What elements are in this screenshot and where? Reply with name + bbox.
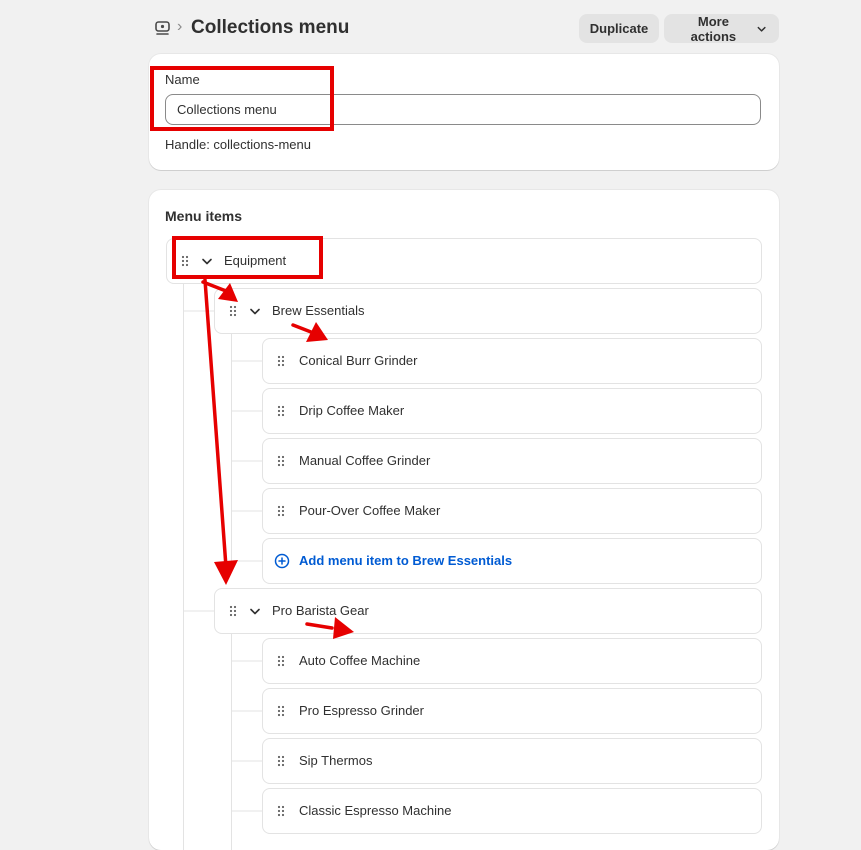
navigation-menu-icon[interactable] xyxy=(154,19,172,37)
menu-item-classic-espresso-machine[interactable]: Classic Espresso Machine xyxy=(262,788,762,834)
menu-item-equipment[interactable]: Equipment xyxy=(166,238,762,284)
drag-handle-icon[interactable] xyxy=(277,805,285,817)
add-menu-item-button[interactable]: Add menu item to Brew Essentials xyxy=(262,538,762,584)
chevron-down-icon[interactable] xyxy=(249,607,261,617)
drag-handle-icon[interactable] xyxy=(181,255,189,267)
name-input[interactable] xyxy=(165,94,761,125)
plus-circle-icon xyxy=(274,553,290,569)
menu-items-title: Menu items xyxy=(165,208,243,224)
menu-item-label: Conical Burr Grinder xyxy=(299,353,418,368)
menu-item-label: Manual Coffee Grinder xyxy=(299,453,431,468)
drag-handle-icon[interactable] xyxy=(277,505,285,517)
drag-handle-icon[interactable] xyxy=(277,655,285,667)
drag-handle-icon[interactable] xyxy=(277,405,285,417)
menu-item-label: Pro Barista Gear xyxy=(272,603,369,618)
menu-item-label: Pour-Over Coffee Maker xyxy=(299,503,441,518)
more-actions-label: More actions xyxy=(690,13,737,44)
add-menu-item-label: Add menu item to Brew Essentials xyxy=(299,553,513,568)
handle-text: Handle: collections-menu xyxy=(165,137,311,152)
menu-item-pro-barista-gear[interactable]: Pro Barista Gear xyxy=(214,588,762,634)
more-actions-button[interactable]: More actions xyxy=(664,13,779,44)
duplicate-button[interactable]: Duplicate xyxy=(579,14,659,43)
name-label: Name xyxy=(165,72,200,87)
breadcrumb-separator: › xyxy=(177,18,183,35)
menu-item-label: Classic Espresso Machine xyxy=(299,803,452,818)
page-header: › Collections menu Duplicate More action… xyxy=(150,12,780,44)
menu-item-label: Auto Coffee Machine xyxy=(299,653,421,668)
drag-handle-icon[interactable] xyxy=(277,455,285,467)
chevron-down-icon xyxy=(757,26,766,32)
menu-item-drip-coffee-maker[interactable]: Drip Coffee Maker xyxy=(262,388,762,434)
drag-handle-icon[interactable] xyxy=(277,355,285,367)
menu-items-card: Menu items Equipment Brew Essentials Con… xyxy=(149,190,779,850)
menu-item-label: Drip Coffee Maker xyxy=(299,403,405,418)
chevron-down-icon[interactable] xyxy=(201,257,213,267)
page-title: Collections menu xyxy=(191,17,350,38)
menu-item-manual-coffee-grinder[interactable]: Manual Coffee Grinder xyxy=(262,438,762,484)
menu-item-auto-coffee-machine[interactable]: Auto Coffee Machine xyxy=(262,638,762,684)
drag-handle-icon[interactable] xyxy=(277,755,285,767)
menu-item-brew-essentials[interactable]: Brew Essentials xyxy=(214,288,762,334)
menu-item-label: Sip Thermos xyxy=(299,753,373,768)
menu-item-label: Brew Essentials xyxy=(272,303,365,318)
menu-item-label: Pro Espresso Grinder xyxy=(299,703,424,718)
menu-item-pro-espresso-grinder[interactable]: Pro Espresso Grinder xyxy=(262,688,762,734)
drag-handle-icon[interactable] xyxy=(229,305,237,317)
menu-item-pour-over-coffee-maker[interactable]: Pour-Over Coffee Maker xyxy=(262,488,762,534)
chevron-down-icon[interactable] xyxy=(249,307,261,317)
drag-handle-icon[interactable] xyxy=(229,605,237,617)
menu-item-conical-burr-grinder[interactable]: Conical Burr Grinder xyxy=(262,338,762,384)
drag-handle-icon[interactable] xyxy=(277,705,285,717)
menu-item-sip-thermos[interactable]: Sip Thermos xyxy=(262,738,762,784)
menu-item-label: Equipment xyxy=(224,253,287,268)
name-card: Name Handle: collections-menu xyxy=(149,54,779,170)
